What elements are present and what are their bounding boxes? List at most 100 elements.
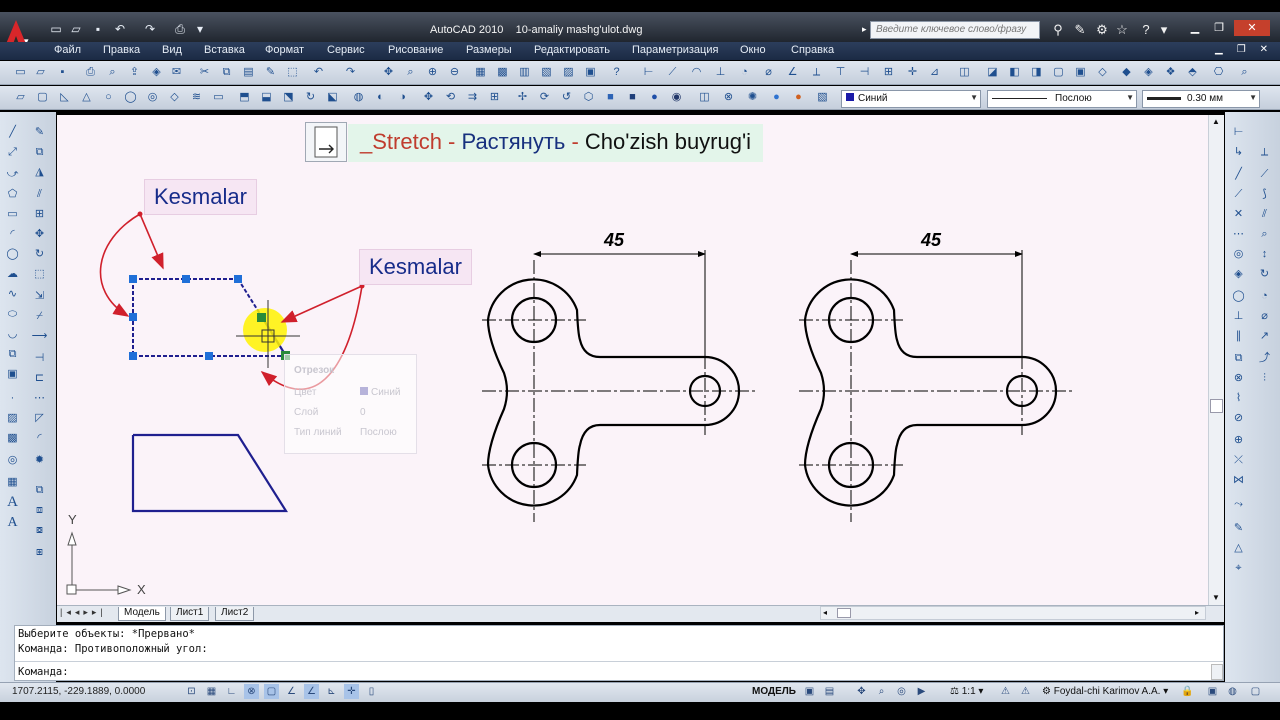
view-back-icon[interactable]: ▣ bbox=[1072, 64, 1089, 81]
annotation-visibility-icon[interactable]: ⚠ bbox=[998, 684, 1013, 699]
revolve-icon[interactable]: ↻ bbox=[302, 89, 319, 106]
center-mark-icon[interactable]: ✛ bbox=[904, 64, 921, 81]
close-button[interactable]: ✕ bbox=[1234, 20, 1270, 36]
pan-status-icon[interactable]: ✥ bbox=[854, 684, 869, 699]
multileader-icon[interactable]: ⤴ bbox=[1256, 350, 1273, 367]
block-editor-icon[interactable]: ⬚ bbox=[284, 64, 301, 81]
scroll-right-icon[interactable]: ▸ bbox=[1195, 608, 1199, 617]
part-drawings[interactable] bbox=[482, 250, 1072, 522]
design-center-icon[interactable]: ▩ bbox=[494, 64, 511, 81]
undo-icon[interactable]: ↶ bbox=[112, 22, 128, 36]
horizontal-scrollbar[interactable]: ◂ ▸ bbox=[820, 606, 1206, 620]
zoom-previous-icon[interactable]: ⊖ bbox=[446, 64, 463, 81]
subtract-icon[interactable]: ◐ bbox=[372, 89, 389, 106]
sweep-icon[interactable]: ⬔ bbox=[280, 89, 297, 106]
break-at-point-icon[interactable]: ⊣ bbox=[31, 350, 48, 367]
cylinder-icon[interactable]: ◯ bbox=[122, 89, 139, 106]
communication-icon[interactable]: ⚙ bbox=[1094, 22, 1110, 38]
loft-icon[interactable]: ⬕ bbox=[324, 89, 341, 106]
mirror-icon[interactable]: ◮ bbox=[31, 164, 48, 181]
dim-continue-icon[interactable]: ⊣ bbox=[856, 64, 873, 81]
planar-surface-icon[interactable]: ▭ bbox=[210, 89, 227, 106]
plot-icon[interactable]: ⎙ bbox=[172, 22, 188, 36]
view-front-icon[interactable]: ▢ bbox=[1050, 64, 1067, 81]
osnap-quadrant-icon[interactable]: ◈ bbox=[1230, 266, 1247, 283]
view-left-icon[interactable]: ◧ bbox=[1006, 64, 1023, 81]
dim-baseline-icon[interactable]: ⊤ bbox=[832, 64, 849, 81]
document-window-controls[interactable]: ▁❐✕ bbox=[1215, 44, 1280, 55]
camera-icon[interactable]: ⎔ bbox=[1210, 64, 1227, 81]
annotation-scale[interactable]: ⚖ 1:1 ▾ bbox=[950, 686, 983, 697]
dim-inspect-icon[interactable]: ⌕ bbox=[1256, 226, 1273, 243]
osnap-pencil-icon[interactable]: ✎ bbox=[1230, 520, 1247, 537]
command-prompt[interactable]: Команда: bbox=[18, 666, 69, 678]
osnap-icon[interactable]: ▢ bbox=[264, 684, 279, 699]
dim-angular-icon[interactable]: ∠ bbox=[784, 64, 801, 81]
3d-osnap-icon[interactable]: ∠ bbox=[284, 684, 299, 699]
explode-icon[interactable]: ✹ bbox=[31, 452, 48, 469]
menu-parametric[interactable]: Параметризация bbox=[632, 44, 718, 56]
cone-icon[interactable]: △ bbox=[78, 89, 95, 106]
publish-icon[interactable]: ⇪ bbox=[126, 64, 143, 81]
render-sphere-icon[interactable]: ● bbox=[768, 89, 785, 106]
lineweight-toggle-icon[interactable]: ▯ bbox=[364, 684, 379, 699]
sw-iso-icon[interactable]: ◆ bbox=[1118, 64, 1135, 81]
3d-dwf-icon[interactable]: ◈ bbox=[148, 64, 165, 81]
osnap-from-icon[interactable]: ↳ bbox=[1230, 144, 1247, 161]
toolbar-lock-icon[interactable]: 🔒 bbox=[1180, 684, 1195, 699]
new-file-icon[interactable]: ▭ bbox=[48, 22, 64, 36]
send-back-icon[interactable]: ⧇ bbox=[31, 522, 48, 539]
tool-palettes-icon[interactable]: ▥ bbox=[516, 64, 533, 81]
dim-diameter-icon[interactable]: ⌀ bbox=[760, 64, 777, 81]
search-expand-icon[interactable]: ▸ bbox=[862, 24, 867, 35]
auto-scale-icon[interactable]: ⚠ bbox=[1018, 684, 1033, 699]
tab-model[interactable]: Модель bbox=[118, 607, 166, 621]
clean-screen-icon[interactable]: ▢ bbox=[1248, 684, 1263, 699]
zoom-realtime-icon[interactable]: ⌕ bbox=[402, 64, 419, 81]
dim-arc-icon[interactable]: ◠ bbox=[688, 64, 705, 81]
model-space-label[interactable]: МОДЕЛЬ bbox=[752, 686, 796, 697]
torus-icon[interactable]: ◎ bbox=[144, 89, 161, 106]
light-sphere-icon[interactable]: ● bbox=[790, 89, 807, 106]
copy-icon[interactable]: ⧉ bbox=[218, 64, 235, 81]
view-right-icon[interactable]: ◨ bbox=[1028, 64, 1045, 81]
vertical-scrollbar[interactable]: ▲ ▼ bbox=[1208, 115, 1224, 605]
sheet-set-icon[interactable]: ▧ bbox=[538, 64, 555, 81]
dim-edit-icon[interactable]: ⊿ bbox=[926, 64, 943, 81]
line-icon[interactable]: ╱ bbox=[4, 124, 21, 141]
isolate-objects-icon[interactable]: ◍ bbox=[1225, 684, 1240, 699]
quick-access-dropdown-icon[interactable]: ▾ bbox=[192, 22, 208, 36]
quick-dim-icon[interactable]: ⟂ bbox=[808, 64, 825, 81]
region-icon[interactable]: ◎ bbox=[4, 452, 21, 469]
restore-button[interactable]: ❐ bbox=[1208, 20, 1230, 36]
help-toolbar-icon[interactable]: ? bbox=[608, 64, 625, 81]
infer-constraints-icon[interactable]: ⊡ bbox=[184, 684, 199, 699]
dimension-text-right[interactable]: 45 bbox=[921, 230, 941, 251]
material-icon[interactable]: ⊗ bbox=[720, 89, 737, 106]
dim-update-icon[interactable]: ↻ bbox=[1256, 266, 1273, 283]
draworder-icon[interactable]: ⧉ bbox=[31, 482, 48, 499]
osnap-insert-icon[interactable]: ⧉ bbox=[1230, 350, 1247, 367]
print-icon[interactable]: ⎙ bbox=[82, 64, 99, 81]
workspace-switch[interactable]: ⚙ Foydal-chi Karimov A.A. ▾ bbox=[1042, 686, 1168, 697]
redo-toolbar-icon[interactable]: ↷ bbox=[342, 64, 359, 81]
bring-front-icon[interactable]: ⧈ bbox=[31, 502, 48, 519]
dim-jog-icon[interactable]: ⟆ bbox=[1256, 186, 1273, 203]
showmotion-icon[interactable]: ▶ bbox=[914, 684, 929, 699]
menu-view[interactable]: Вид bbox=[162, 44, 182, 56]
menu-insert[interactable]: Вставка bbox=[204, 44, 245, 56]
osnap-nearest-icon[interactable]: ⌇ bbox=[1230, 390, 1247, 407]
sun-icon[interactable]: ✺ bbox=[744, 89, 761, 106]
zoom-window-icon[interactable]: ⊕ bbox=[424, 64, 441, 81]
arc-icon[interactable]: ◜ bbox=[4, 226, 21, 243]
intersect-icon[interactable]: ◑ bbox=[394, 89, 411, 106]
search-input[interactable]: Введите ключевое слово/фразу bbox=[870, 21, 1040, 39]
multiline-text-icon[interactable]: A bbox=[4, 494, 21, 511]
menu-modify[interactable]: Редактировать bbox=[534, 44, 610, 56]
command-scrollbar[interactable] bbox=[1211, 664, 1223, 680]
spline-icon[interactable]: ∿ bbox=[4, 286, 21, 303]
dim-linear-icon[interactable]: ⊢ bbox=[640, 64, 657, 81]
circle-icon[interactable]: ◯ bbox=[4, 246, 21, 263]
osnap-endpoint-icon[interactable]: ╱ bbox=[1230, 166, 1247, 183]
subscription-icon[interactable]: ✎ bbox=[1072, 22, 1088, 38]
